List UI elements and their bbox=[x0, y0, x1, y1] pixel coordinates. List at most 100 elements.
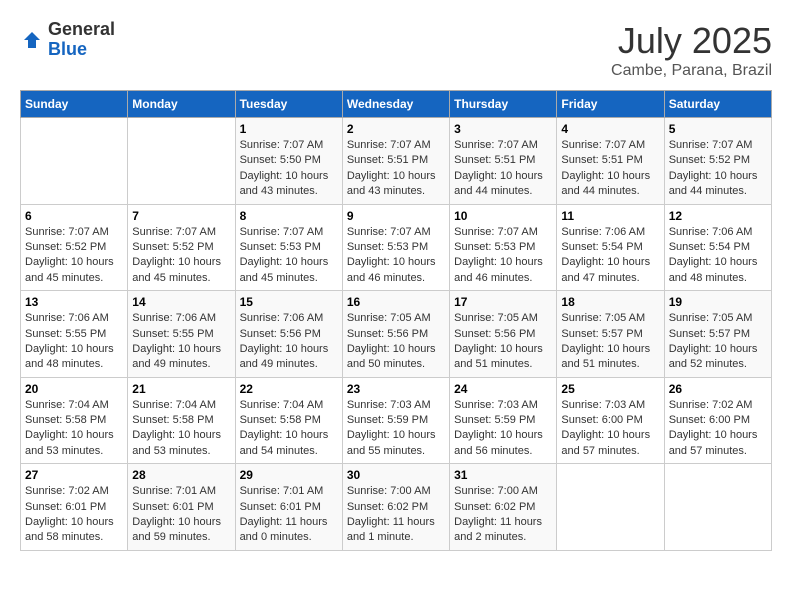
day-info: Sunrise: 7:07 AM Sunset: 5:51 PM Dayligh… bbox=[561, 138, 659, 200]
day-info: Sunrise: 7:07 AM Sunset: 5:51 PM Dayligh… bbox=[347, 138, 445, 200]
day-number: 30 bbox=[347, 468, 445, 482]
calendar-day-cell: 8 Sunrise: 7:07 AM Sunset: 5:53 PM Daylig… bbox=[235, 204, 342, 291]
calendar-day-cell: 16 Sunrise: 7:05 AM Sunset: 5:56 PM Dayli… bbox=[342, 291, 449, 378]
day-info: Sunrise: 7:03 AM Sunset: 5:59 PM Dayligh… bbox=[454, 398, 552, 460]
day-of-week-header: Friday bbox=[557, 91, 664, 118]
day-number: 4 bbox=[561, 122, 659, 136]
day-number: 11 bbox=[561, 209, 659, 223]
calendar-header-row: SundayMondayTuesdayWednesdayThursdayFrid… bbox=[21, 91, 772, 118]
calendar-day-cell: 29 Sunrise: 7:01 AM Sunset: 6:01 PM Dayli… bbox=[235, 464, 342, 551]
calendar-day-cell: 9 Sunrise: 7:07 AM Sunset: 5:53 PM Daylig… bbox=[342, 204, 449, 291]
day-info: Sunrise: 7:07 AM Sunset: 5:52 PM Dayligh… bbox=[669, 138, 767, 200]
calendar-day-cell bbox=[664, 464, 771, 551]
calendar-day-cell: 17 Sunrise: 7:05 AM Sunset: 5:56 PM Dayli… bbox=[450, 291, 557, 378]
calendar-day-cell: 10Sunrise: 7:07 AM Sunset: 5:53 PM Dayli… bbox=[450, 204, 557, 291]
day-info: Sunrise: 7:05 AM Sunset: 5:56 PM Dayligh… bbox=[454, 311, 552, 373]
day-number: 19 bbox=[669, 295, 767, 309]
day-number: 5 bbox=[669, 122, 767, 136]
location-subtitle: Cambe, Parana, Brazil bbox=[611, 62, 772, 80]
day-number: 17 bbox=[454, 295, 552, 309]
calendar-day-cell: 30 Sunrise: 7:00 AM Sunset: 6:02 PM Dayli… bbox=[342, 464, 449, 551]
day-info: Sunrise: 7:02 AM Sunset: 6:00 PM Dayligh… bbox=[669, 398, 767, 460]
calendar-day-cell: 4 Sunrise: 7:07 AM Sunset: 5:51 PM Daylig… bbox=[557, 118, 664, 205]
calendar-week-row: 1 Sunrise: 7:07 AM Sunset: 5:50 PM Daylig… bbox=[21, 118, 772, 205]
calendar-day-cell: 6 Sunrise: 7:07 AM Sunset: 5:52 PM Daylig… bbox=[21, 204, 128, 291]
day-info: Sunrise: 7:05 AM Sunset: 5:57 PM Dayligh… bbox=[669, 311, 767, 373]
day-info: Sunrise: 7:07 AM Sunset: 5:53 PM Dayligh… bbox=[240, 225, 338, 287]
calendar-day-cell: 31 Sunrise: 7:00 AM Sunset: 6:02 PM Dayli… bbox=[450, 464, 557, 551]
logo-icon bbox=[22, 30, 42, 50]
day-info: Sunrise: 7:06 AM Sunset: 5:56 PM Dayligh… bbox=[240, 311, 338, 373]
day-number: 18 bbox=[561, 295, 659, 309]
day-number: 31 bbox=[454, 468, 552, 482]
logo-blue: Blue bbox=[48, 40, 115, 60]
day-info: Sunrise: 7:07 AM Sunset: 5:52 PM Dayligh… bbox=[25, 225, 123, 287]
day-info: Sunrise: 7:03 AM Sunset: 5:59 PM Dayligh… bbox=[347, 398, 445, 460]
calendar-day-cell: 3 Sunrise: 7:07 AM Sunset: 5:51 PM Daylig… bbox=[450, 118, 557, 205]
calendar-day-cell: 5 Sunrise: 7:07 AM Sunset: 5:52 PM Daylig… bbox=[664, 118, 771, 205]
day-info: Sunrise: 7:07 AM Sunset: 5:52 PM Dayligh… bbox=[132, 225, 230, 287]
calendar-day-cell bbox=[557, 464, 664, 551]
day-number: 22 bbox=[240, 382, 338, 396]
day-number: 1 bbox=[240, 122, 338, 136]
day-info: Sunrise: 7:00 AM Sunset: 6:02 PM Dayligh… bbox=[454, 484, 552, 546]
day-info: Sunrise: 7:04 AM Sunset: 5:58 PM Dayligh… bbox=[240, 398, 338, 460]
day-of-week-header: Tuesday bbox=[235, 91, 342, 118]
day-number: 7 bbox=[132, 209, 230, 223]
day-number: 13 bbox=[25, 295, 123, 309]
day-info: Sunrise: 7:01 AM Sunset: 6:01 PM Dayligh… bbox=[240, 484, 338, 546]
calendar-day-cell bbox=[21, 118, 128, 205]
calendar-table: SundayMondayTuesdayWednesdayThursdayFrid… bbox=[20, 90, 772, 551]
logo: General Blue bbox=[20, 20, 115, 60]
calendar-day-cell: 15 Sunrise: 7:06 AM Sunset: 5:56 PM Dayli… bbox=[235, 291, 342, 378]
calendar-week-row: 20 Sunrise: 7:04 AM Sunset: 5:58 PM Dayli… bbox=[21, 377, 772, 464]
day-of-week-header: Wednesday bbox=[342, 91, 449, 118]
calendar-day-cell: 2Sunrise: 7:07 AM Sunset: 5:51 PM Daylig… bbox=[342, 118, 449, 205]
day-number: 28 bbox=[132, 468, 230, 482]
calendar-day-cell: 27Sunrise: 7:02 AM Sunset: 6:01 PM Dayli… bbox=[21, 464, 128, 551]
day-info: Sunrise: 7:06 AM Sunset: 5:54 PM Dayligh… bbox=[669, 225, 767, 287]
day-info: Sunrise: 7:05 AM Sunset: 5:56 PM Dayligh… bbox=[347, 311, 445, 373]
title-block: July 2025 Cambe, Parana, Brazil bbox=[611, 20, 772, 80]
day-info: Sunrise: 7:03 AM Sunset: 6:00 PM Dayligh… bbox=[561, 398, 659, 460]
day-info: Sunrise: 7:07 AM Sunset: 5:53 PM Dayligh… bbox=[347, 225, 445, 287]
calendar-week-row: 27Sunrise: 7:02 AM Sunset: 6:01 PM Dayli… bbox=[21, 464, 772, 551]
day-number: 20 bbox=[25, 382, 123, 396]
day-number: 12 bbox=[669, 209, 767, 223]
day-number: 24 bbox=[454, 382, 552, 396]
day-info: Sunrise: 7:04 AM Sunset: 5:58 PM Dayligh… bbox=[25, 398, 123, 460]
calendar-day-cell: 18 Sunrise: 7:05 AM Sunset: 5:57 PM Dayli… bbox=[557, 291, 664, 378]
calendar-week-row: 13 Sunrise: 7:06 AM Sunset: 5:55 PM Dayli… bbox=[21, 291, 772, 378]
day-info: Sunrise: 7:07 AM Sunset: 5:51 PM Dayligh… bbox=[454, 138, 552, 200]
day-number: 21 bbox=[132, 382, 230, 396]
day-number: 26 bbox=[669, 382, 767, 396]
calendar-day-cell: 23Sunrise: 7:03 AM Sunset: 5:59 PM Dayli… bbox=[342, 377, 449, 464]
day-number: 27 bbox=[25, 468, 123, 482]
calendar-day-cell: 13 Sunrise: 7:06 AM Sunset: 5:55 PM Dayli… bbox=[21, 291, 128, 378]
calendar-day-cell: 19 Sunrise: 7:05 AM Sunset: 5:57 PM Dayli… bbox=[664, 291, 771, 378]
day-info: Sunrise: 7:00 AM Sunset: 6:02 PM Dayligh… bbox=[347, 484, 445, 546]
day-of-week-header: Saturday bbox=[664, 91, 771, 118]
day-number: 14 bbox=[132, 295, 230, 309]
day-info: Sunrise: 7:05 AM Sunset: 5:57 PM Dayligh… bbox=[561, 311, 659, 373]
calendar-day-cell: 25Sunrise: 7:03 AM Sunset: 6:00 PM Dayli… bbox=[557, 377, 664, 464]
calendar-day-cell bbox=[128, 118, 235, 205]
day-number: 16 bbox=[347, 295, 445, 309]
day-number: 9 bbox=[347, 209, 445, 223]
calendar-day-cell: 22 Sunrise: 7:04 AM Sunset: 5:58 PM Dayli… bbox=[235, 377, 342, 464]
calendar-day-cell: 1 Sunrise: 7:07 AM Sunset: 5:50 PM Daylig… bbox=[235, 118, 342, 205]
day-number: 3 bbox=[454, 122, 552, 136]
day-of-week-header: Monday bbox=[128, 91, 235, 118]
calendar-day-cell: 24 Sunrise: 7:03 AM Sunset: 5:59 PM Dayli… bbox=[450, 377, 557, 464]
day-number: 15 bbox=[240, 295, 338, 309]
day-number: 8 bbox=[240, 209, 338, 223]
calendar-day-cell: 14Sunrise: 7:06 AM Sunset: 5:55 PM Dayli… bbox=[128, 291, 235, 378]
day-number: 29 bbox=[240, 468, 338, 482]
day-number: 6 bbox=[25, 209, 123, 223]
day-info: Sunrise: 7:04 AM Sunset: 5:58 PM Dayligh… bbox=[132, 398, 230, 460]
day-info: Sunrise: 7:07 AM Sunset: 5:53 PM Dayligh… bbox=[454, 225, 552, 287]
calendar-day-cell: 12 Sunrise: 7:06 AM Sunset: 5:54 PM Dayli… bbox=[664, 204, 771, 291]
day-of-week-header: Sunday bbox=[21, 91, 128, 118]
day-info: Sunrise: 7:07 AM Sunset: 5:50 PM Dayligh… bbox=[240, 138, 338, 200]
day-info: Sunrise: 7:06 AM Sunset: 5:55 PM Dayligh… bbox=[25, 311, 123, 373]
